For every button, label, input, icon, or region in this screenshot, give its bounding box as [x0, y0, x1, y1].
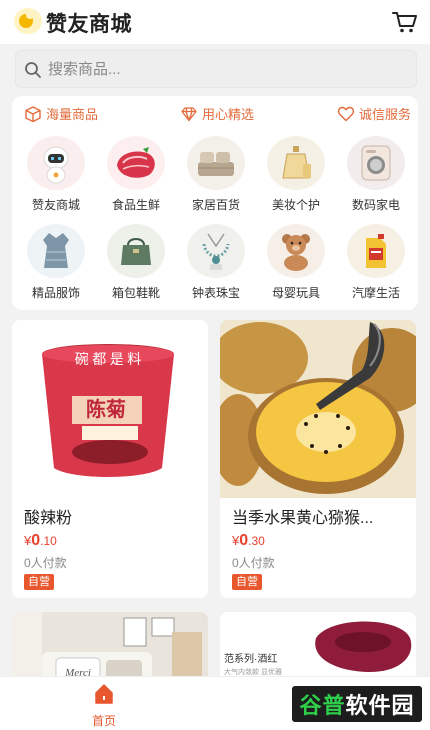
kiwi-fruit-image — [220, 320, 416, 498]
teddy-bear-icon — [267, 224, 325, 278]
tab-home-label: 首页 — [91, 714, 116, 728]
category-digital[interactable]: 数码家电 — [341, 136, 411, 213]
cup-brand-text: 陈菊 — [86, 397, 126, 421]
app-screen: 赞友商城 海量商品 用心精选 — [0, 0, 430, 730]
feature-trust: 诚信服务 — [337, 104, 411, 123]
category-label: 精品服饰 — [31, 286, 80, 300]
washer-icon — [347, 136, 405, 190]
dress-icon — [27, 224, 85, 278]
scarf-caption: 范系列·酒红 — [224, 652, 277, 665]
category-watches-jewelry[interactable]: 钟表珠宝 — [181, 224, 251, 301]
meat-icon — [107, 136, 165, 190]
category-label: 母婴玩具 — [271, 286, 320, 300]
diamond-icon — [181, 106, 197, 121]
category-label: 汽摩生活 — [351, 286, 400, 300]
search-input[interactable] — [48, 51, 408, 87]
top-bar: 赞友商城 — [0, 0, 430, 44]
product-name: 当季水果黄心猕猴... — [232, 510, 374, 527]
category-label: 家居百货 — [191, 198, 240, 212]
cart-icon[interactable] — [392, 10, 418, 34]
self-operated-badge: 自营 — [232, 574, 262, 590]
search-bar[interactable] — [15, 50, 417, 88]
motor-oil-icon — [347, 224, 405, 278]
home-icon — [95, 684, 113, 704]
feature-label: 诚信服务 — [359, 107, 412, 122]
category-zanyou-mall[interactable]: 赞友商城 — [21, 136, 91, 213]
feature-mass-goods: 海量商品 — [24, 104, 98, 123]
product-sold-count: 0人付款 — [232, 556, 275, 570]
category-home-goods[interactable]: 家居百货 — [181, 136, 251, 213]
tab-home[interactable]: 首页 — [84, 683, 124, 729]
category-baby-toys[interactable]: 母婴玩具 — [261, 224, 331, 301]
category-label: 数码家电 — [351, 198, 400, 212]
product-card[interactable]: 碗 都 是 料 陈菊 酸辣粉 ¥0.10 0人付款 自营 — [12, 320, 208, 598]
noodle-cup-image: 碗 都 是 料 陈菊 — [12, 320, 208, 490]
category-auto-life[interactable]: 汽摩生活 — [341, 224, 411, 301]
category-label: 美妆个护 — [271, 198, 320, 212]
feature-label: 海量商品 — [46, 107, 99, 122]
category-apparel[interactable]: 精品服饰 — [21, 224, 91, 301]
product-name: 酸辣粉 — [24, 510, 73, 527]
category-label: 赞友商城 — [31, 198, 80, 212]
price-decimal: .30 — [248, 534, 265, 548]
box-icon — [25, 105, 41, 122]
bedding-icon — [187, 136, 245, 190]
category-label: 箱包鞋靴 — [111, 286, 160, 300]
perfume-icon — [267, 136, 325, 190]
app-title: 赞友商城 — [46, 13, 132, 36]
handbag-icon — [107, 224, 165, 278]
feature-curated: 用心精选 — [180, 104, 254, 123]
robot-icon — [27, 136, 85, 190]
necklace-icon — [187, 224, 245, 278]
banana-logo-icon — [14, 8, 42, 34]
category-beauty[interactable]: 美妆个护 — [261, 136, 331, 213]
watermark-green-text: 谷普 — [299, 693, 346, 718]
category-fresh-food[interactable]: 食品生鲜 — [101, 136, 171, 213]
search-icon — [25, 62, 41, 78]
watermark-logo: 谷普 软件园 — [292, 686, 422, 722]
price-integer: 0 — [31, 532, 41, 549]
category-bags-shoes[interactable]: 箱包鞋靴 — [101, 224, 171, 301]
product-price: ¥0.30 — [232, 532, 265, 550]
product-card[interactable]: 当季水果黄心猕猴... ¥0.30 0人付款 自营 — [220, 320, 416, 598]
price-integer: 0 — [239, 532, 249, 549]
scarf-sub-caption: 大气内敛款 显优雅 — [224, 667, 282, 676]
category-label: 食品生鲜 — [111, 198, 160, 212]
cup-top-text: 碗 都 是 料 — [75, 352, 142, 368]
feature-label: 用心精选 — [202, 107, 255, 122]
self-operated-badge: 自营 — [24, 574, 54, 590]
product-price: ¥0.10 — [24, 532, 57, 550]
product-sold-count: 0人付款 — [24, 556, 67, 570]
category-label: 钟表珠宝 — [191, 286, 240, 300]
watermark-white-text: 软件园 — [345, 693, 415, 718]
category-panel: 海量商品 用心精选 诚信服务 赞友商城 食品生鲜 家居百货 美妆个护 数码家电 … — [12, 96, 418, 310]
price-decimal: .10 — [40, 534, 57, 548]
heart-icon — [337, 106, 355, 121]
